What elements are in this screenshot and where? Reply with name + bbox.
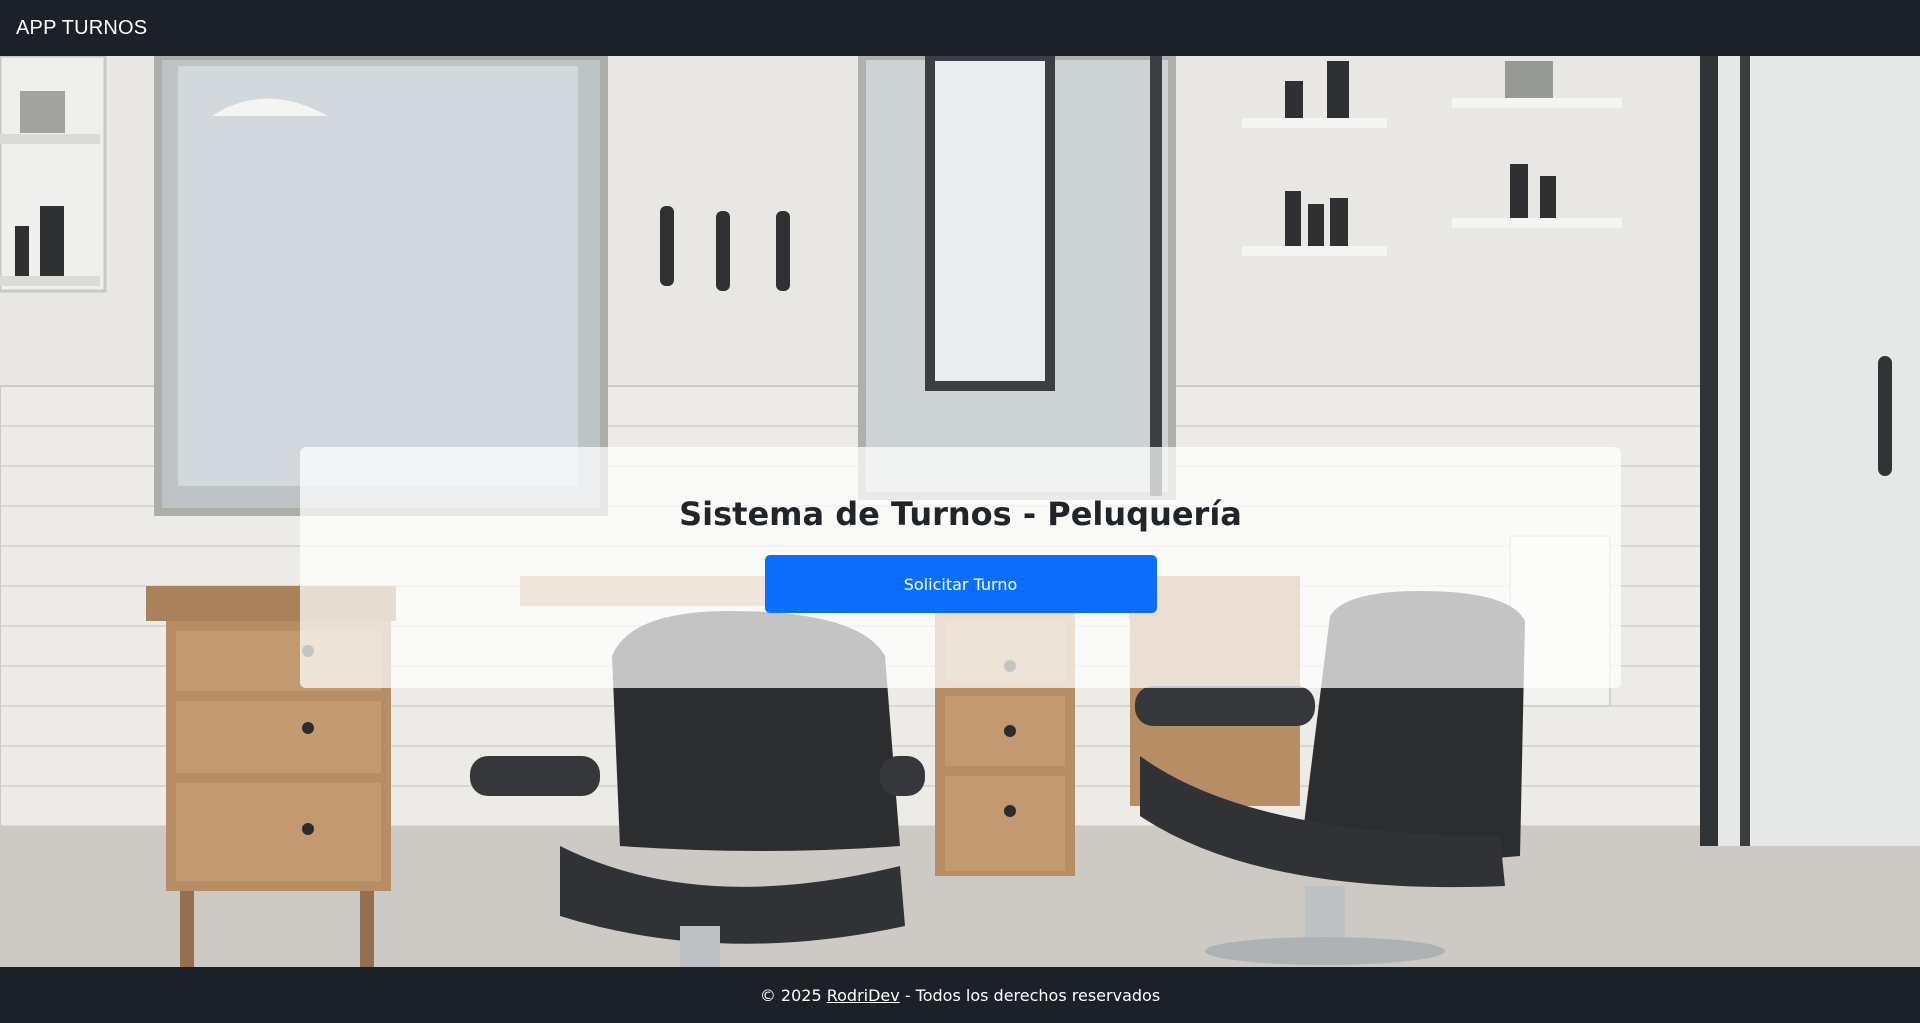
hero-section: Sistema de Turnos - Peluquería Solicitar… xyxy=(0,56,1920,967)
welcome-card: Sistema de Turnos - Peluquería Solicitar… xyxy=(300,447,1621,688)
footer-suffix: - Todos los derechos reservados xyxy=(899,985,1161,1005)
author-link[interactable]: RodriDev xyxy=(827,986,900,1005)
brand-link[interactable]: APP TURNOS xyxy=(16,17,147,40)
request-appointment-button[interactable]: Solicitar Turno xyxy=(764,555,1157,613)
footer: © 2025 RodriDev - Todos los derechos res… xyxy=(0,967,1920,1023)
footer-copyright: © 2025 RodriDev - Todos los derechos res… xyxy=(760,986,1160,1005)
footer-prefix: © 2025 xyxy=(759,985,827,1005)
top-navbar: APP TURNOS xyxy=(0,0,1920,56)
page-title: Sistema de Turnos - Peluquería xyxy=(679,495,1242,533)
